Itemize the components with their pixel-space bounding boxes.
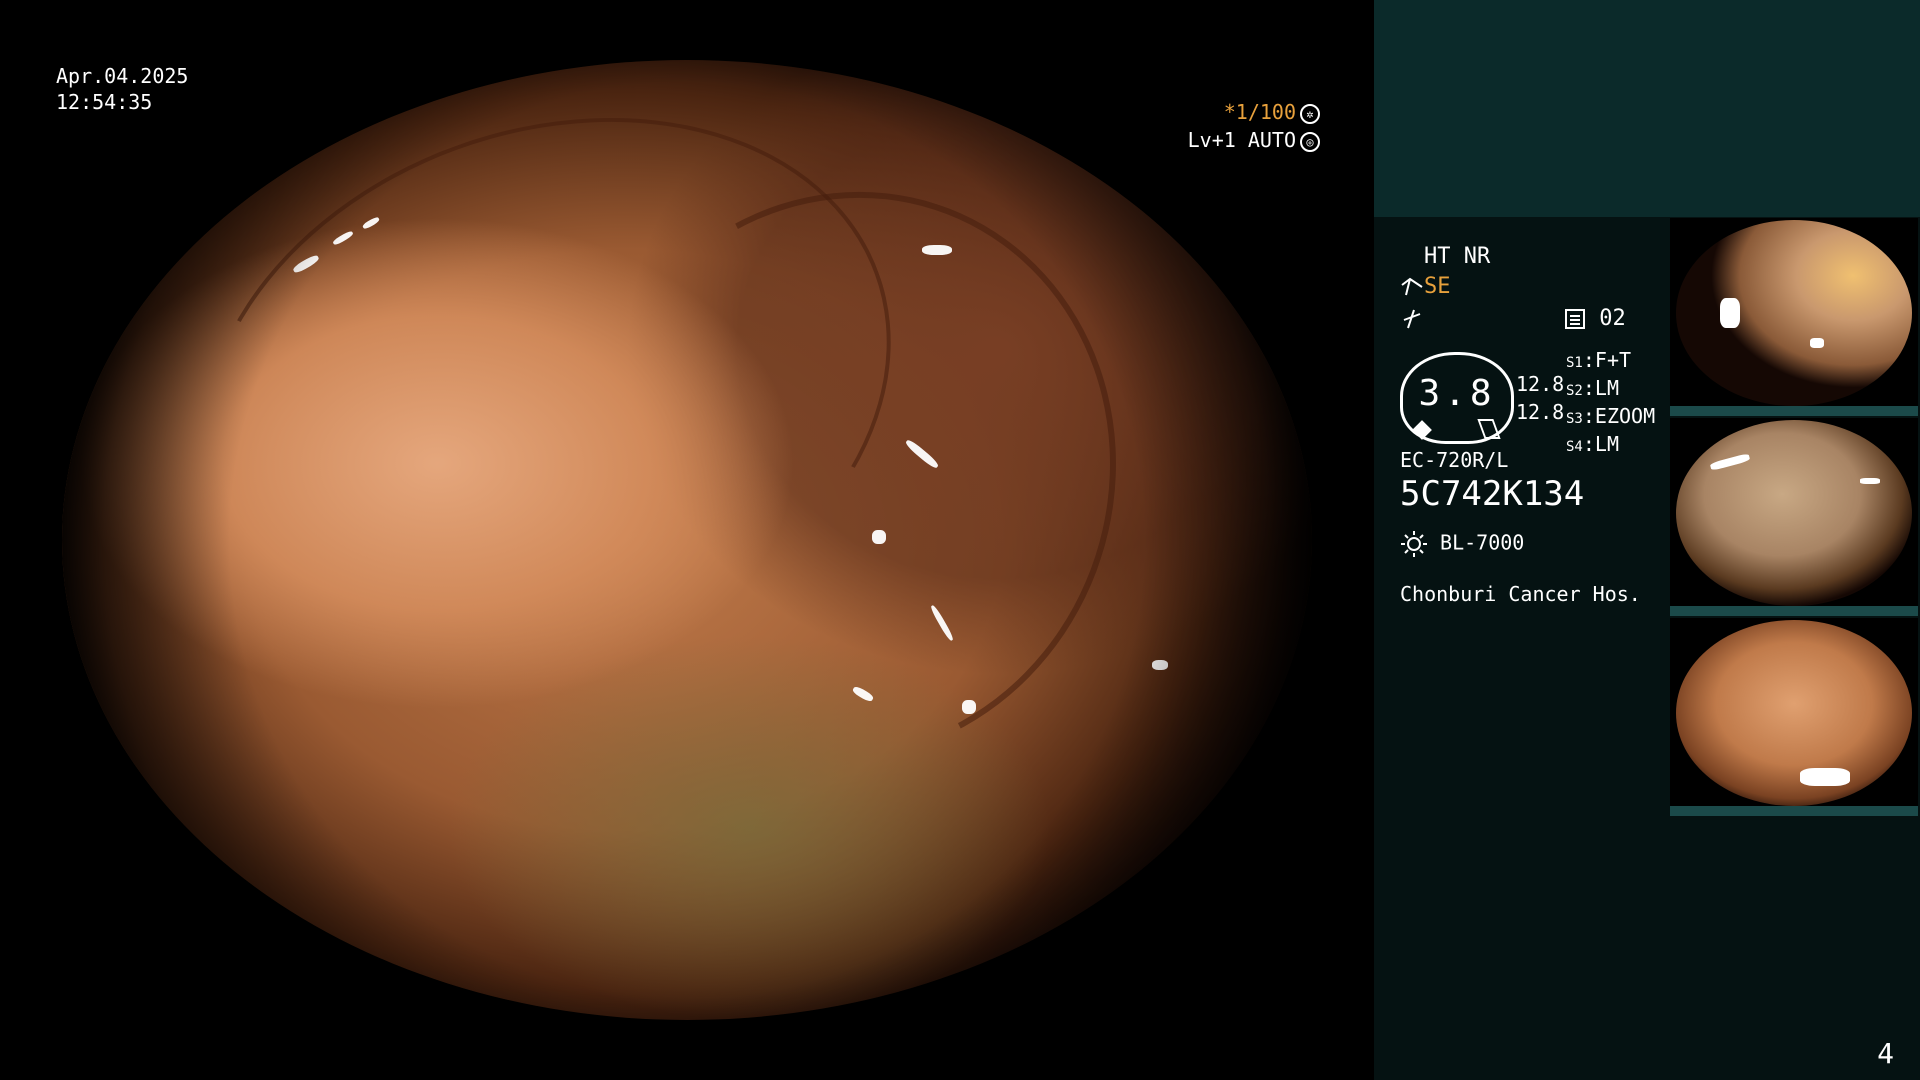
thumbnail-2[interactable] <box>1670 418 1918 616</box>
light-source-row: BL-7000 <box>1400 530 1524 558</box>
endoscope-image <box>62 60 1312 1020</box>
shutter-row: *1/100 ✲ <box>1188 98 1320 126</box>
auto-iris-icon: ◎ <box>1300 131 1320 152</box>
enhance-text: SE <box>1424 274 1451 299</box>
scope-serial: 5C742K134 <box>1400 474 1585 514</box>
zoom-readings: 12.8 12.8 <box>1516 370 1564 426</box>
panel-header-area <box>1374 0 1920 217</box>
zoom-value: 3.8 <box>1418 373 1496 414</box>
level-text: Lv+1 AUTO <box>1187 128 1296 152</box>
specular-highlight <box>1062 940 1076 948</box>
thumbnail-caption-bar <box>1670 406 1918 416</box>
specular-highlight <box>922 245 952 255</box>
scope-model: EC-720R/L <box>1400 448 1509 472</box>
page-number: 4 <box>1877 1037 1894 1070</box>
datetime: Apr.04.2025 12:54:35 <box>56 63 188 115</box>
thumbnail-caption-bar <box>1670 806 1918 816</box>
switch-row: S1:F+T <box>1566 348 1632 372</box>
scope-angle-icon <box>1401 277 1423 296</box>
specular-highlight <box>232 100 242 112</box>
light-source-text: BL-7000 <box>1440 530 1525 555</box>
zoom-gauge: 3.8 <box>1400 352 1514 444</box>
specular-highlight <box>1810 338 1824 348</box>
specular-highlight <box>929 604 955 642</box>
shutter-text: *1/100 <box>1223 100 1296 124</box>
aperture-icon: ✲ <box>1300 103 1320 124</box>
specular-highlight <box>361 215 381 231</box>
thumbnail-image <box>1676 420 1912 606</box>
specular-highlight <box>331 229 355 247</box>
thumbnail-image <box>1676 220 1912 406</box>
specular-highlight <box>872 530 886 544</box>
specular-highlight <box>1720 298 1740 328</box>
thumbnail-caption-bar <box>1670 606 1918 616</box>
specular-highlight <box>962 700 976 714</box>
light-icon <box>1401 531 1427 557</box>
hospital-name: Chonburi Cancer Hos. <box>1400 582 1641 606</box>
zoom-reading: 12.8 <box>1516 400 1565 424</box>
gauge-marker-right <box>1477 419 1501 439</box>
memory-icon <box>1565 309 1585 329</box>
thumbnail-3[interactable] <box>1670 618 1918 816</box>
specular-highlight <box>851 685 875 703</box>
switch-row: S4:LM <box>1566 432 1619 456</box>
memory-slot-text: 02 <box>1599 306 1626 331</box>
specular-highlight <box>291 253 321 275</box>
freeze-icon <box>1400 306 1424 331</box>
exposure-info: *1/100 ✲ Lv+1 AUTO ◎ <box>1188 98 1320 154</box>
zoom-reading: 12.8 <box>1516 372 1565 396</box>
time-text: 12:54:35 <box>56 90 153 114</box>
thumbnail-image <box>1676 620 1912 806</box>
specular-highlight <box>1860 478 1880 484</box>
switch-list: S1:F+T S2:LM S3:EZOOM S4:LM <box>1566 348 1655 460</box>
memory-row: 02 <box>1564 306 1626 331</box>
specular-highlight <box>1800 768 1850 786</box>
thumbnail-1[interactable] <box>1670 218 1918 416</box>
specular-highlight <box>1152 660 1168 670</box>
switch-row: S3:EZOOM <box>1566 404 1656 428</box>
specular-highlight <box>362 108 376 116</box>
specular-highlight <box>904 438 940 470</box>
level-row: Lv+1 AUTO ◎ <box>1188 126 1320 154</box>
enhance-row: SE <box>1400 274 1451 299</box>
mode-text: HT NR <box>1424 244 1491 269</box>
date-text: Apr.04.2025 <box>56 64 189 88</box>
switch-row: S2:LM <box>1566 376 1619 400</box>
mucosal-fold <box>506 121 1190 831</box>
mucosal-fold <box>123 60 969 764</box>
